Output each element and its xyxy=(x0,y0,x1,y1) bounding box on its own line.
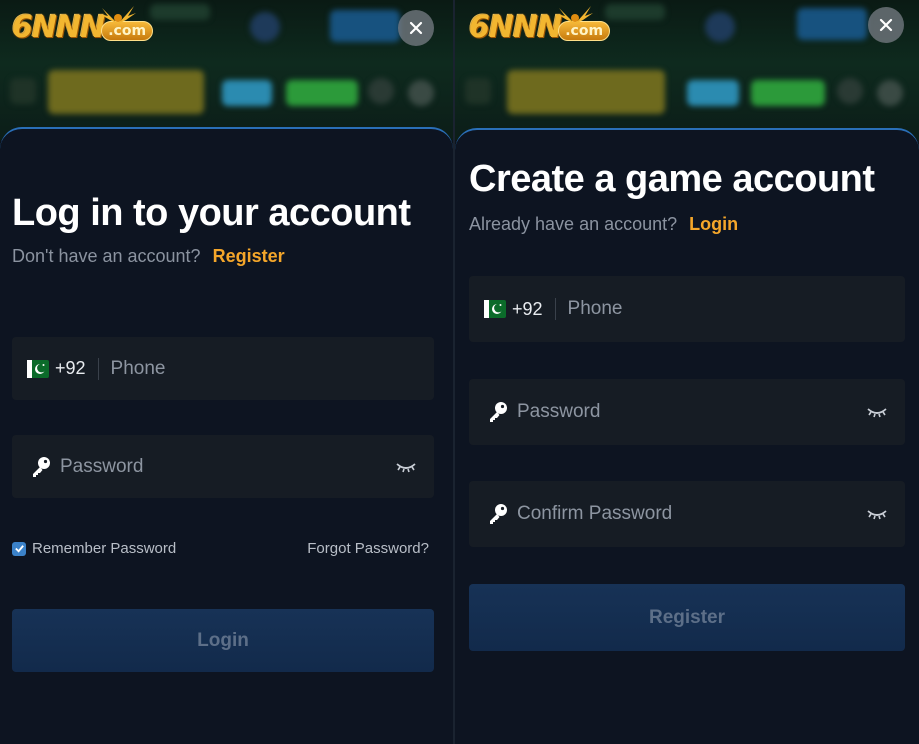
field-separator xyxy=(97,357,99,380)
key-icon xyxy=(490,504,507,524)
subtitle: Don't have an account? Register xyxy=(12,246,285,267)
page-title: Create a game account xyxy=(469,158,875,200)
eye-closed-icon[interactable] xyxy=(867,406,887,418)
country-code: +92 xyxy=(55,358,86,378)
subtitle-text: Don't have an account? xyxy=(12,246,201,266)
login-panel: 6NNN .com Log in to your account Don't h… xyxy=(0,0,453,744)
forgot-password-link[interactable]: Forgot Password? xyxy=(307,540,429,557)
remember-label: Remember Password xyxy=(32,540,177,557)
register-panel: 6NNN .com Create a game account Already … xyxy=(455,0,919,744)
subtitle: Already have an account? Login xyxy=(469,214,738,235)
field-separator xyxy=(554,298,556,320)
page-title: Log in to your account xyxy=(12,192,411,234)
phone-field[interactable]: +92 Phone xyxy=(469,276,905,342)
pakistan-flag-icon xyxy=(27,359,49,378)
site-logo: 6NNN .com xyxy=(469,6,611,45)
close-icon xyxy=(879,18,893,32)
country-code: +92 xyxy=(512,298,543,319)
password-field[interactable]: Password xyxy=(12,435,434,498)
site-logo: 6NNN .com xyxy=(12,6,154,45)
phone-placeholder: Phone xyxy=(110,357,166,379)
login-link[interactable]: Login xyxy=(689,214,738,234)
login-button[interactable]: Login xyxy=(12,609,434,672)
key-icon xyxy=(33,456,50,477)
logo-wings-icon xyxy=(557,6,593,24)
close-icon xyxy=(409,21,423,35)
register-button[interactable]: Register xyxy=(469,584,905,651)
checkbox-checked-icon[interactable] xyxy=(12,541,26,556)
key-icon xyxy=(490,402,507,422)
confirm-password-placeholder: Confirm Password xyxy=(517,503,673,524)
password-placeholder: Password xyxy=(517,401,601,422)
confirm-password-field[interactable]: Confirm Password xyxy=(469,481,905,547)
logo-text: 6NNN xyxy=(12,10,105,45)
subtitle-text: Already have an account? xyxy=(469,214,678,234)
remember-password-checkbox[interactable]: Remember Password xyxy=(12,540,176,557)
eye-closed-icon[interactable] xyxy=(396,461,416,473)
close-button[interactable] xyxy=(398,10,434,46)
eye-closed-icon[interactable] xyxy=(867,508,887,520)
logo-wings-icon xyxy=(100,6,136,24)
register-link[interactable]: Register xyxy=(213,246,285,266)
phone-field[interactable]: +92 Phone xyxy=(12,337,434,400)
pakistan-flag-icon xyxy=(484,300,506,318)
logo-text: 6NNN xyxy=(469,10,562,45)
close-button[interactable] xyxy=(868,7,904,43)
password-placeholder: Password xyxy=(60,455,144,477)
phone-placeholder: Phone xyxy=(567,298,623,319)
password-field[interactable]: Password xyxy=(469,379,905,445)
